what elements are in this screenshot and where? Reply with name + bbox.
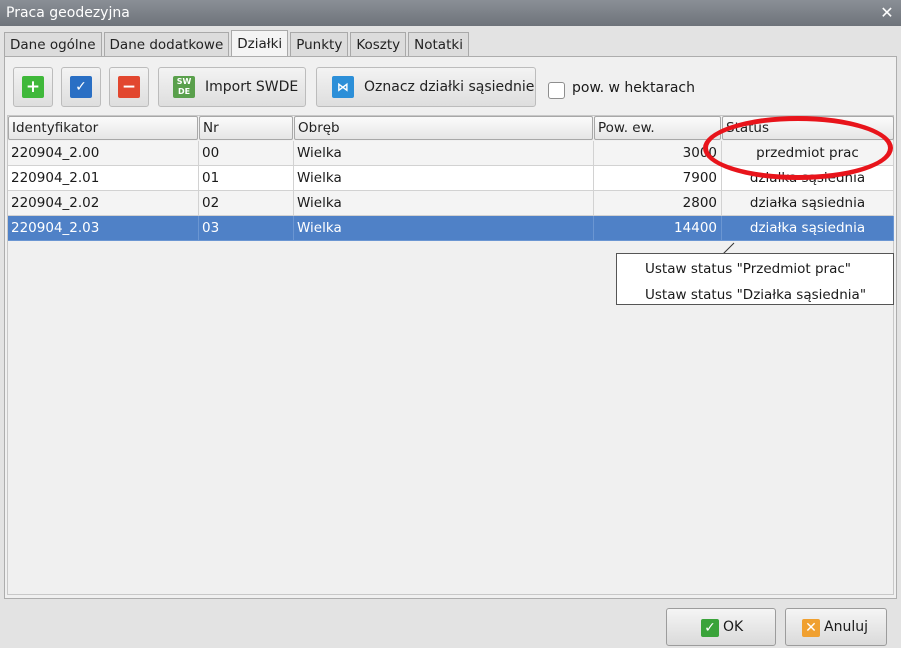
cell-nr: 02 — [199, 191, 294, 216]
minus-icon: − — [118, 76, 140, 98]
cell-status: działka sąsiednia — [722, 191, 894, 216]
header-nr[interactable]: Nr — [199, 116, 293, 140]
tab-dane-ogolne[interactable]: Dane ogólne — [4, 32, 102, 57]
hectares-label: pow. w hektarach — [572, 80, 695, 96]
menu-item-set-dzialka-sasiednia[interactable]: Ustaw status "Działka sąsiednia" — [645, 284, 866, 306]
window-title: Praca geodezyjna — [6, 5, 130, 21]
cell-nr: 00 — [199, 141, 294, 166]
cell-identyfikator: 220904_2.01 — [8, 166, 199, 191]
cell-pow-ew: 14400 — [594, 216, 722, 241]
header-identyfikator[interactable]: Identyfikator — [8, 116, 198, 140]
window-titlebar: Praca geodezyjna ✕ — [0, 0, 901, 26]
import-swde-label: Import SWDE — [205, 79, 299, 95]
status-context-menu: Ustaw status "Przedmiot prac" Ustaw stat… — [616, 253, 894, 305]
tab-dzialki[interactable]: Działki — [231, 30, 289, 58]
cell-status: działka sąsiednia — [722, 216, 894, 241]
table-row-selected[interactable]: 220904_2.03 03 Wielka 14400 działka sąsi… — [8, 216, 894, 241]
cell-obreb: Wielka — [294, 216, 594, 241]
header-pow-ew[interactable]: Pow. ew. — [594, 116, 721, 140]
cell-pow-ew: 3000 — [594, 141, 722, 166]
cell-nr: 01 — [199, 166, 294, 191]
header-obreb[interactable]: Obręb — [294, 116, 593, 140]
table-header: Identyfikator Nr Obręb Pow. ew. Status — [8, 116, 894, 141]
table-row[interactable]: 220904_2.00 00 Wielka 3000 przedmiot pra… — [8, 141, 894, 166]
cancel-label: Anuluj — [824, 619, 868, 635]
cell-obreb: Wielka — [294, 166, 594, 191]
cell-nr: 03 — [199, 216, 294, 241]
header-status[interactable]: Status — [722, 116, 894, 140]
table-row[interactable]: 220904_2.01 01 Wielka 7900 działka sąsie… — [8, 166, 894, 191]
cell-status: działka sąsiednia — [722, 166, 894, 191]
cell-obreb: Wielka — [294, 141, 594, 166]
cell-pow-ew: 2800 — [594, 191, 722, 216]
toolbar: + ✓ − SW DE Import SWDE ⋈ Oznacz działki… — [5, 57, 896, 113]
cancel-x-icon: ✕ — [802, 619, 820, 637]
tab-strip: Dane ogólne Dane dodatkowe Działki Punkt… — [4, 30, 471, 58]
parcels-table: Identyfikator Nr Obręb Pow. ew. Status 2… — [7, 115, 894, 595]
mark-neighbors-label: Oznacz działki sąsiednie — [364, 79, 535, 95]
check-icon: ✓ — [701, 619, 719, 637]
tab-punkty[interactable]: Punkty — [290, 32, 349, 57]
mark-neighbors-button[interactable]: ⋈ Oznacz działki sąsiednie — [316, 67, 536, 107]
bowtie-icon: ⋈ — [332, 76, 354, 98]
cell-pow-ew: 7900 — [594, 166, 722, 191]
cell-identyfikator: 220904_2.00 — [8, 141, 199, 166]
cell-status: przedmiot prac — [722, 141, 894, 166]
menu-item-set-przedmiot-prac[interactable]: Ustaw status "Przedmiot prac" — [645, 258, 851, 280]
confirm-button[interactable]: ✓ — [61, 67, 101, 107]
hectares-checkbox[interactable] — [548, 82, 565, 99]
dzialki-panel: + ✓ − SW DE Import SWDE ⋈ Oznacz działki… — [4, 56, 897, 599]
import-swde-button[interactable]: SW DE Import SWDE — [158, 67, 306, 107]
close-icon[interactable]: ✕ — [879, 0, 895, 26]
tab-koszty[interactable]: Koszty — [350, 32, 407, 57]
checkmark-icon: ✓ — [70, 76, 92, 98]
swde-icon: SW DE — [173, 76, 195, 98]
plus-icon: + — [22, 76, 44, 98]
cell-obreb: Wielka — [294, 191, 594, 216]
cell-identyfikator: 220904_2.03 — [8, 216, 199, 241]
table-row[interactable]: 220904_2.02 02 Wielka 2800 działka sąsie… — [8, 191, 894, 216]
remove-button[interactable]: − — [109, 67, 149, 107]
add-button[interactable]: + — [13, 67, 53, 107]
ok-label: OK — [723, 619, 744, 635]
cancel-button[interactable]: ✕ Anuluj — [785, 608, 887, 646]
ok-button[interactable]: ✓ OK — [666, 608, 776, 646]
tab-notatki[interactable]: Notatki — [408, 32, 469, 57]
tab-dane-dodatkowe[interactable]: Dane dodatkowe — [103, 32, 230, 57]
cell-identyfikator: 220904_2.02 — [8, 191, 199, 216]
